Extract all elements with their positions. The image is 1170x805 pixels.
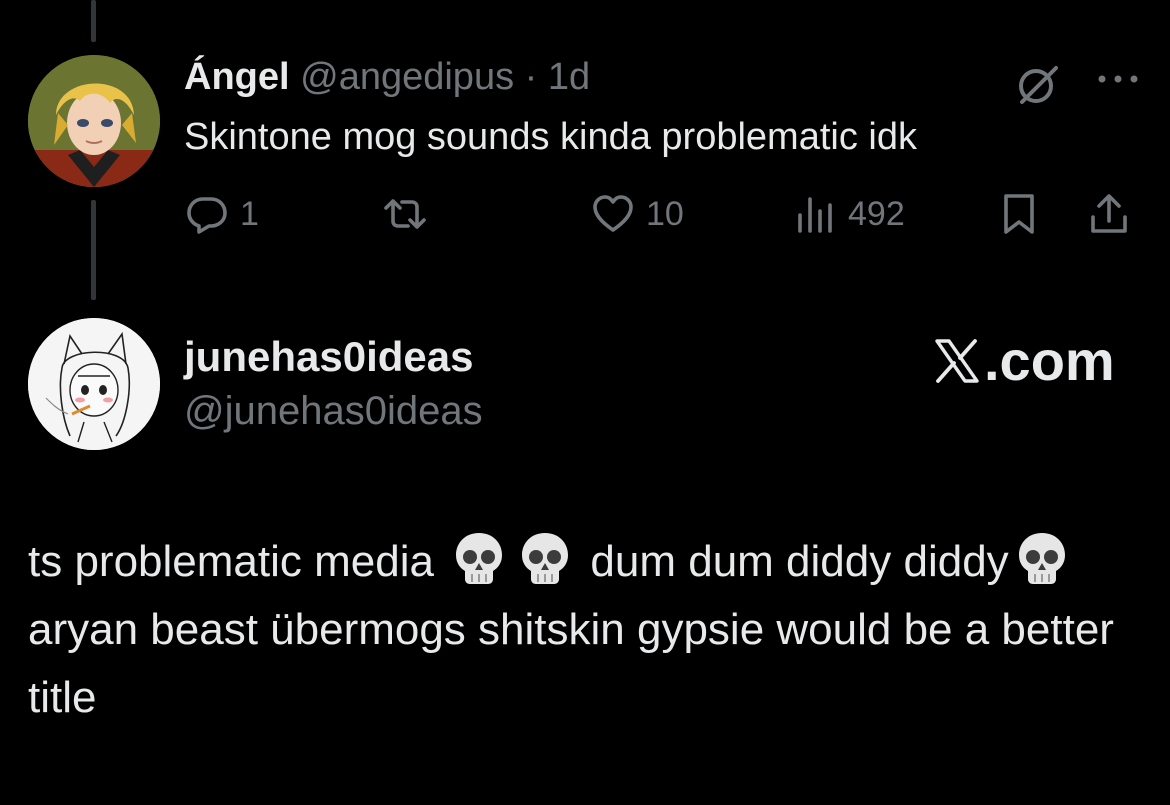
like-button[interactable]: 10 [590,188,684,240]
thread-line-bottom [91,200,96,300]
xcom-text: .com [984,329,1115,392]
share-button[interactable] [1086,188,1132,240]
x-logo-icon [935,339,979,383]
reply-author-name[interactable]: Ángel [184,56,290,98]
reply-count: 1 [240,194,259,233]
reply-button[interactable]: 1 [184,188,259,240]
quote-text-part1: ts problematic media [28,537,434,586]
bookmark-button[interactable] [996,188,1042,240]
skull-icon [455,532,504,585]
xcom-watermark: .com [932,330,1115,392]
more-icon[interactable] [1094,64,1142,94]
reply-author-handle[interactable]: @angedipus [300,56,514,98]
skull-icon [521,532,570,585]
reply-header: Ángel @angedipus · 1d [184,54,590,100]
avatar-angel[interactable] [28,55,160,187]
reply-icon [187,197,227,234]
quote-text-part2: dum dum diddy diddy [590,537,1009,586]
reply-text: Skintone mog sounds kinda problematic id… [184,116,917,158]
share-icon [1091,194,1127,233]
avatar-june-image [28,318,160,450]
bookmark-icon [1004,194,1034,234]
heart-icon [593,195,633,232]
thread-line-top [91,0,96,42]
views-icon [798,197,832,233]
reply-separator: · [524,56,538,98]
quote-author-handle[interactable]: @junehas0ideas [184,386,483,436]
avatar-angel-image [28,55,160,187]
view-count: 492 [848,194,905,233]
retweet-button[interactable] [382,188,438,240]
quote-body-text: ts problematic media dum dum diddy diddy… [28,528,1148,732]
avatar-june[interactable] [28,318,160,450]
reply-timestamp[interactable]: 1d [548,56,590,98]
quote-text-part3: aryan beast übermogs shitskin gypsie wou… [28,605,1114,722]
like-count: 10 [646,194,684,233]
views-button[interactable]: 492 [792,188,905,240]
skull-icon [1017,532,1066,585]
quote-author-name[interactable]: junehas0ideas [184,332,473,382]
grok-icon[interactable] [1014,60,1062,108]
retweet-icon [384,199,426,229]
